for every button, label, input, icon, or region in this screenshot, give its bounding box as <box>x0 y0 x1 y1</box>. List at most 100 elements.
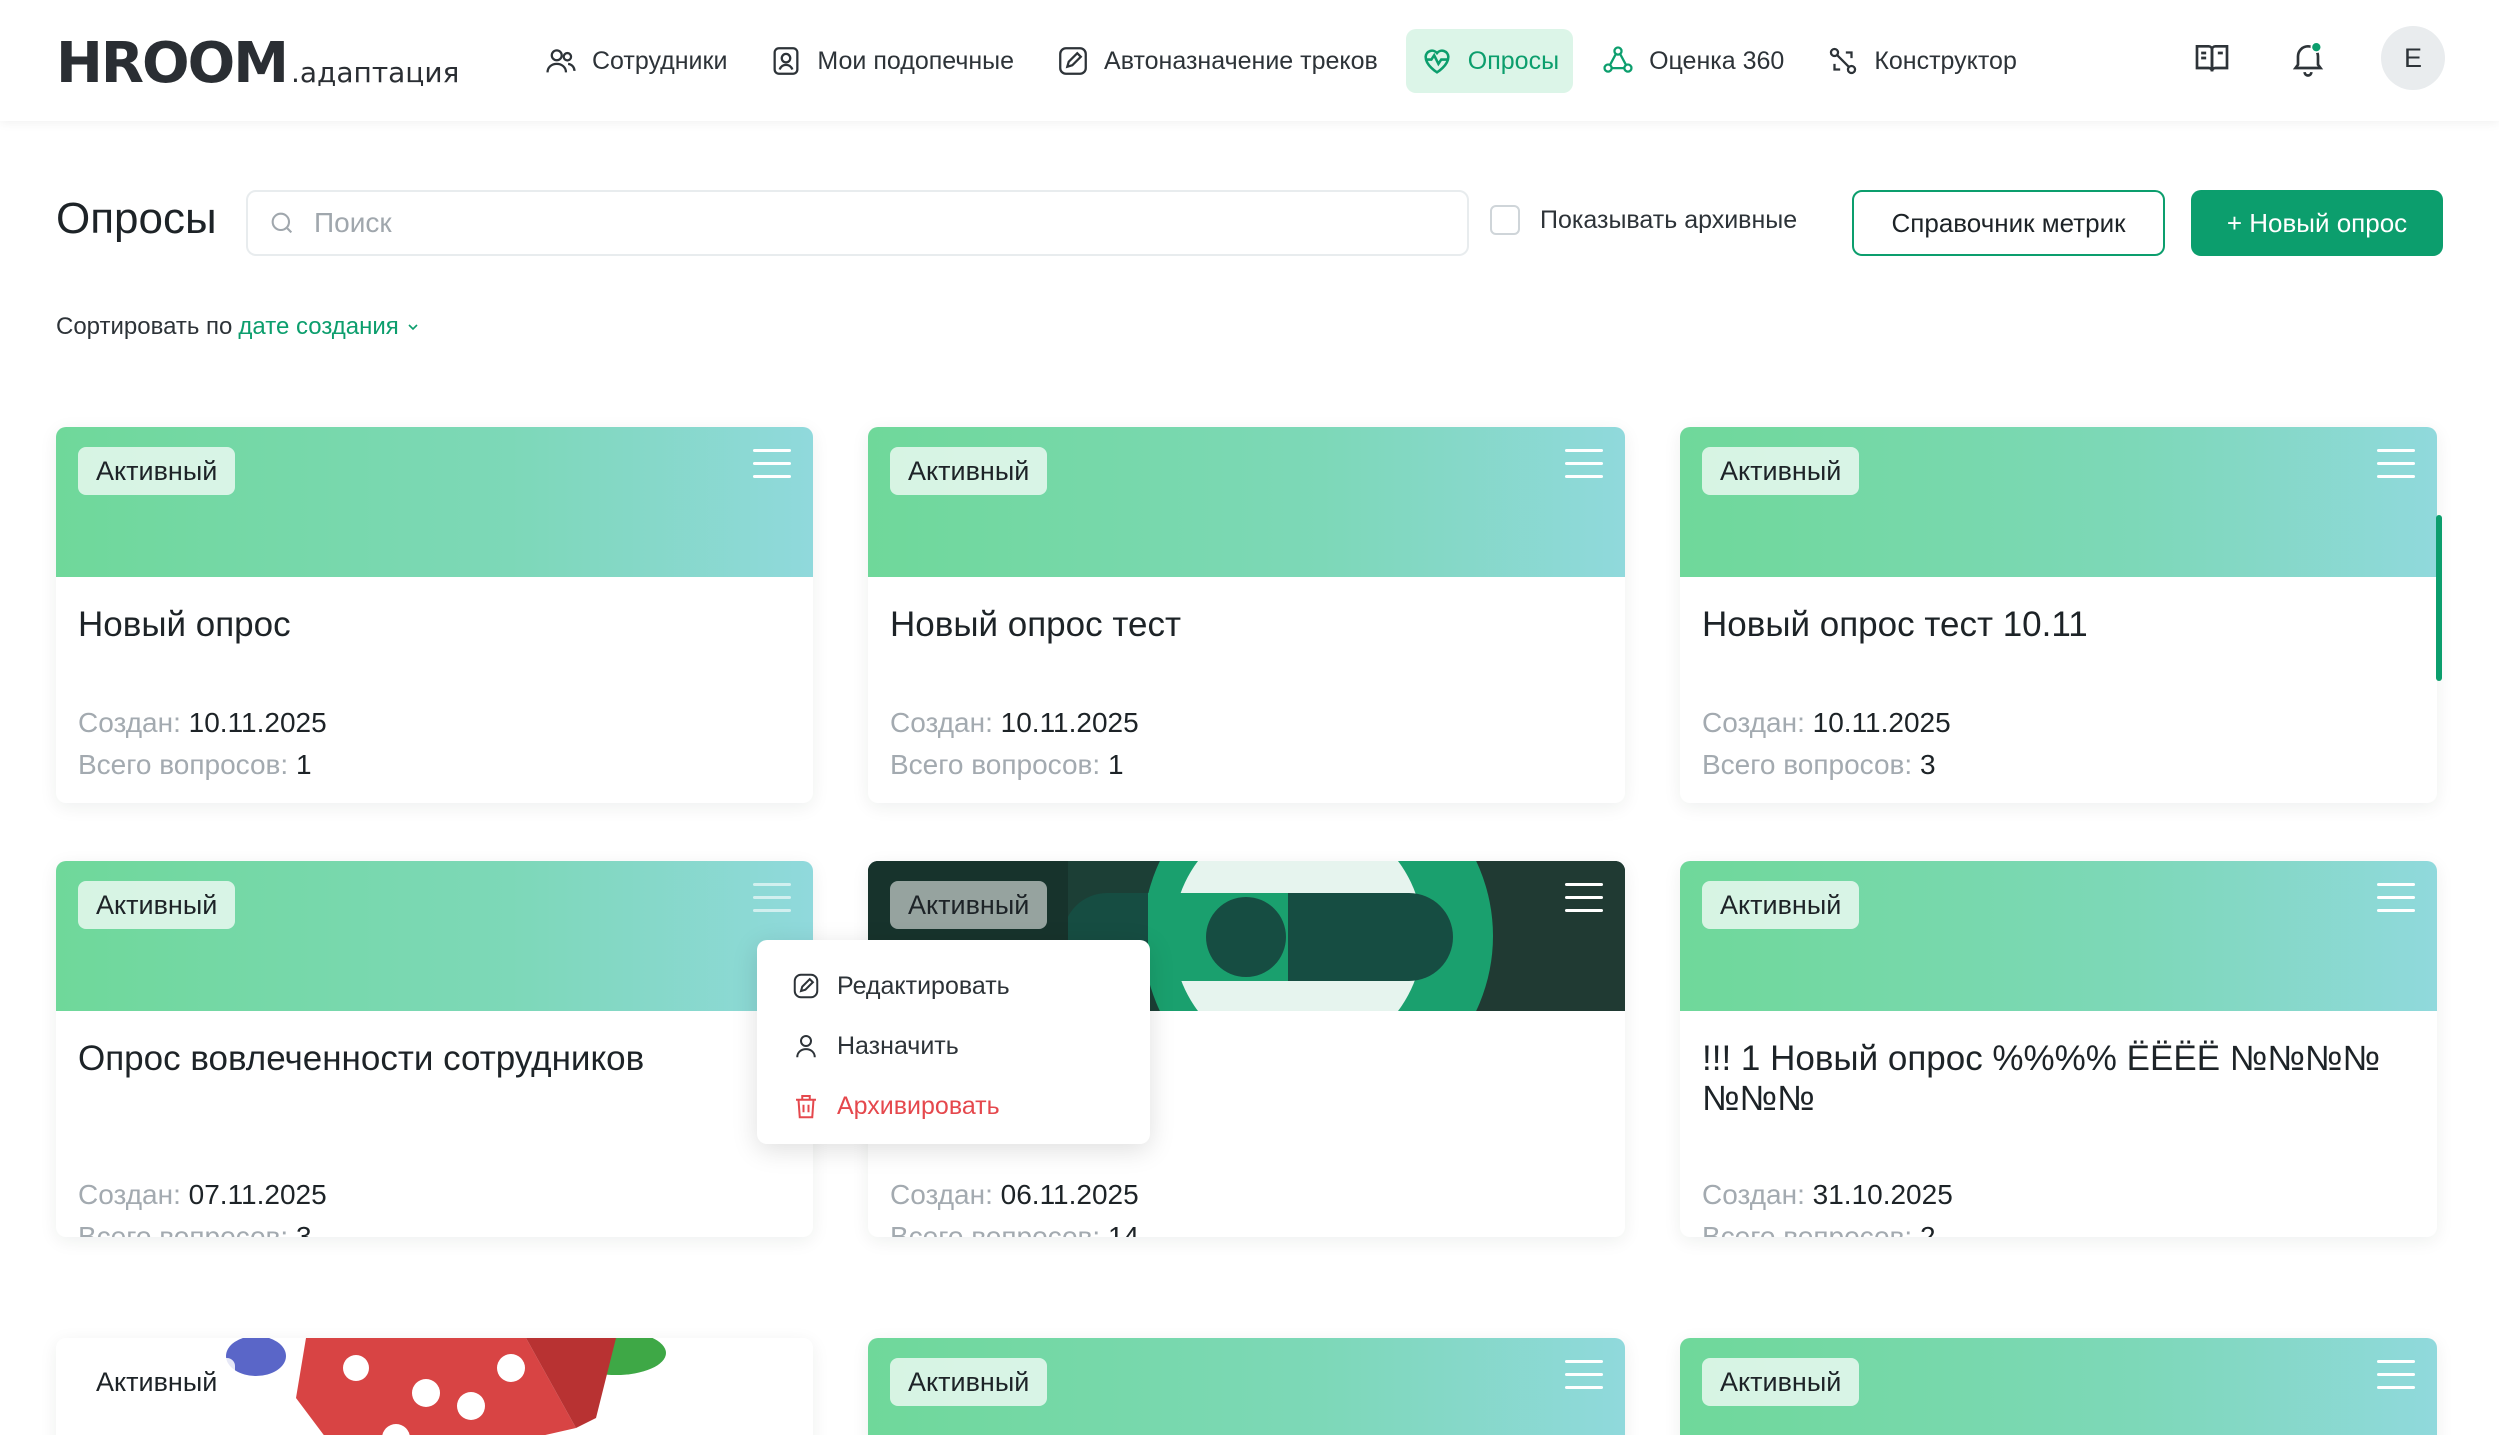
card-menu-icon[interactable] <box>1565 883 1603 917</box>
status-badge: Активный <box>78 1358 236 1406</box>
card-meta: Создан: 10.11.2025 Всего вопросов: 1 <box>78 702 327 786</box>
survey-card[interactable]: Активный Опрос вовлеченности сотрудников… <box>56 861 813 1237</box>
questions-value: 2 <box>1919 1221 1936 1237</box>
search-box[interactable] <box>246 190 1469 256</box>
menu-item-edit[interactable]: Редактировать <box>757 956 1150 1016</box>
survey-card[interactable]: Активный <box>1680 1338 2437 1435</box>
card-meta: Создан: 07.11.2025 Всего вопросов: 3 <box>78 1174 327 1237</box>
card-menu-icon[interactable] <box>2377 449 2415 483</box>
survey-card[interactable]: Активный Новый опрос тест 10.11 Создан: … <box>1680 427 2437 803</box>
card-title: Новый опрос <box>78 605 291 644</box>
card-menu-icon[interactable] <box>753 883 791 917</box>
route-icon <box>1830 47 1857 75</box>
questions-label: Всего вопросов: <box>78 749 289 780</box>
status-badge: Активный <box>78 881 236 929</box>
survey-card[interactable]: Активный <box>56 1338 813 1435</box>
survey-card[interactable]: Активный !!! 1 Новый опрос %%%% ЁЁЁЁ №№№… <box>1680 861 2437 1237</box>
badge-user-icon <box>773 47 799 75</box>
survey-card[interactable]: Активный Новый опрос тест Создан: 10.11.… <box>868 427 1625 803</box>
user-icon <box>796 1035 816 1058</box>
questions-value: 3 <box>295 1221 312 1237</box>
menu-item-label: Назначить <box>837 1031 959 1060</box>
nav-item-employees[interactable]: Сотрудники <box>530 29 741 93</box>
created-value: 10.11.2025 <box>1000 707 1139 738</box>
card-banner: Активный <box>1680 1338 2437 1435</box>
show-archived-toggle[interactable]: Показывать архивные <box>1490 205 1797 235</box>
survey-card[interactable]: Активный <box>868 1338 1625 1435</box>
nav-item-surveys[interactable]: Опросы <box>1405 29 1574 93</box>
nav-label: Опросы <box>1467 46 1560 75</box>
nav-item-constructor[interactable]: Конструктор <box>1812 29 2031 93</box>
status-badge: Активный <box>78 447 236 495</box>
sort-control: Сортировать по дате создания <box>56 313 421 341</box>
nav-label: Мои подопечные <box>817 46 1015 75</box>
card-context-menu: Редактировать Назначить Архивировать <box>757 940 1150 1144</box>
card-banner-image: Активный <box>56 1338 813 1435</box>
created-value: 07.11.2025 <box>188 1179 327 1210</box>
nav-item-360[interactable]: Оценка 360 <box>1587 29 1798 93</box>
card-banner: Активный <box>868 427 1625 577</box>
questions-value: 1 <box>1107 749 1124 780</box>
nav-item-mentees[interactable]: Мои подопечные <box>755 29 1028 93</box>
status-badge: Активный <box>1702 881 1860 929</box>
card-banner: Активный <box>1680 861 2437 1011</box>
card-banner: Активный <box>1680 427 2437 577</box>
questions-label: Всего вопросов: <box>78 1221 289 1237</box>
created-value: 10.11.2025 <box>188 707 327 738</box>
logo-mark: HROOM <box>56 31 289 96</box>
card-banner: Активный <box>868 1338 1625 1435</box>
search-input[interactable] <box>314 207 1414 239</box>
status-badge: Активный <box>1702 447 1860 495</box>
nav-label: Автоназначение треков <box>1104 46 1378 75</box>
main-nav: Сотрудники Мои подопечные Автоназначение… <box>530 29 2031 93</box>
chevron-down-icon <box>408 324 418 331</box>
bell-icon[interactable] <box>2285 35 2331 81</box>
metrics-reference-button[interactable]: Справочник метрик <box>1852 190 2165 256</box>
card-title: Опрос вовлеченности сотрудников <box>78 1039 645 1078</box>
sort-dropdown[interactable]: дате создания <box>238 313 420 341</box>
nav-item-auto-tracks[interactable]: Автоназначение треков <box>1042 29 1392 93</box>
card-title: Новый опрос тест <box>890 605 1181 644</box>
scrollbar-thumb[interactable] <box>2436 515 2442 681</box>
card-meta: Создан: 06.11.2025 Всего вопросов: 14 <box>890 1174 1139 1237</box>
status-badge: Активный <box>890 881 1048 929</box>
avatar[interactable]: Е <box>2381 26 2445 90</box>
card-meta: Создан: 10.11.2025 Всего вопросов: 3 <box>1702 702 1951 786</box>
card-menu-icon[interactable] <box>753 449 791 483</box>
top-actions: Е <box>2189 26 2445 90</box>
book-icon[interactable] <box>2189 35 2235 81</box>
new-survey-button[interactable]: + Новый опрос <box>2191 190 2443 256</box>
created-value: 31.10.2025 <box>1812 1179 1953 1210</box>
menu-item-archive[interactable]: Архивировать <box>757 1076 1150 1136</box>
logo[interactable]: HROOM .адаптация <box>56 31 459 96</box>
created-label: Создан: <box>890 707 993 738</box>
questions-label: Всего вопросов: <box>890 749 1101 780</box>
card-menu-icon[interactable] <box>1565 1360 1603 1394</box>
questions-label: Всего вопросов: <box>1702 1221 1913 1237</box>
menu-item-label: Редактировать <box>837 971 1010 1000</box>
questions-value: 3 <box>1919 749 1936 780</box>
survey-card[interactable]: Активный Новый опрос Создан: 10.11.2025 … <box>56 427 813 803</box>
card-banner: Активный <box>56 427 813 577</box>
created-value: 06.11.2025 <box>1000 1179 1139 1210</box>
menu-item-assign[interactable]: Назначить <box>757 1016 1150 1076</box>
card-menu-icon[interactable] <box>2377 883 2415 917</box>
show-archived-checkbox[interactable] <box>1490 205 1520 235</box>
edit-square-icon <box>1059 47 1087 75</box>
nav-label: Конструктор <box>1874 46 2017 75</box>
created-label: Создан: <box>1702 1179 1805 1210</box>
created-label: Создан: <box>78 1179 181 1210</box>
status-badge: Активный <box>1702 1358 1860 1406</box>
nav-label: Оценка 360 <box>1649 46 1785 75</box>
created-label: Создан: <box>78 707 181 738</box>
created-label: Создан: <box>1702 707 1805 738</box>
users-icon <box>546 49 576 73</box>
created-value: 10.11.2025 <box>1812 707 1951 738</box>
questions-value: 14 <box>1107 1221 1140 1237</box>
search-icon <box>271 212 293 234</box>
network-icon <box>1603 46 1633 73</box>
card-menu-icon[interactable] <box>2377 1360 2415 1394</box>
menu-item-label: Архивировать <box>837 1091 1000 1120</box>
card-menu-icon[interactable] <box>1565 449 1603 483</box>
card-title: !!! 1 Новый опрос %%%% ЁЁЁЁ №№№№ №№№ <box>1702 1039 2380 1118</box>
